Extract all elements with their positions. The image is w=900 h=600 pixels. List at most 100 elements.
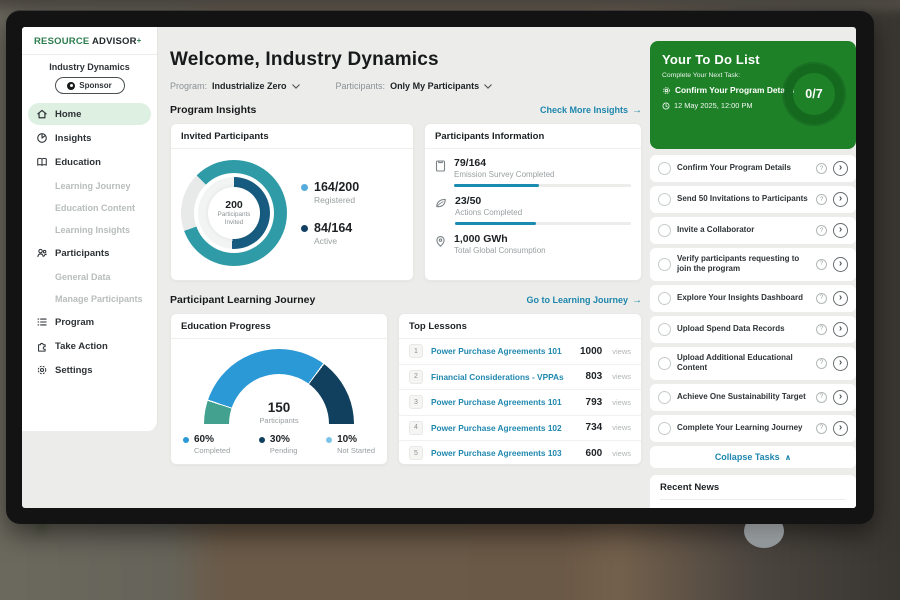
lesson-row: 2 Financial Considerations - VPPAs 803 v… (399, 365, 641, 391)
task-checkbox[interactable] (658, 422, 671, 435)
gear-icon (662, 86, 671, 95)
chevron-right-icon[interactable]: › (833, 161, 848, 176)
education-gauge-chart: 150 Participants (204, 349, 354, 425)
info-row-consumption: 1,000 GWh Total Global Consumption (425, 225, 641, 263)
insights-icon (36, 132, 48, 144)
help-icon[interactable]: ? (816, 358, 827, 369)
divider (660, 499, 846, 500)
chevron-right-icon[interactable]: › (833, 257, 848, 272)
sidebar-item-settings[interactable]: Settings (28, 359, 151, 381)
program-icon (36, 316, 48, 328)
main-content: Welcome, Industry Dynamics Program: Indu… (170, 49, 642, 465)
filter-bar: Program: Industrialize Zero Participants… (170, 81, 642, 91)
rank-badge: 5 (409, 446, 423, 460)
settings-icon (36, 364, 48, 376)
help-icon[interactable]: ? (816, 225, 827, 236)
help-icon[interactable]: ? (816, 293, 827, 304)
task-checkbox[interactable] (658, 323, 671, 336)
sidebar-item-manage-participants[interactable]: Manage Participants (28, 288, 151, 309)
info-row-survey: 79/164 Emission Survey Completed (425, 149, 641, 187)
lesson-row: 5 Power Purchase Agreements 103 600 view… (399, 441, 641, 466)
chevron-right-icon[interactable]: › (833, 223, 848, 238)
info-row-actions: 23/50 Actions Completed (425, 187, 641, 225)
chevron-right-icon[interactable]: › (833, 322, 848, 337)
chevron-up-icon: ∧ (785, 453, 792, 462)
home-icon (36, 108, 48, 120)
chevron-right-icon[interactable]: › (833, 421, 848, 436)
task-row: Send 50 Invitations to Participants ? › (650, 186, 856, 213)
task-checkbox[interactable] (658, 391, 671, 404)
help-icon[interactable]: ? (816, 423, 827, 434)
dashboard-screen: RESOURCE ADVISOR+ Industry Dynamics Spon… (22, 27, 856, 508)
arrow-right-icon: → (632, 295, 642, 306)
sidebar-item-education[interactable]: Education (28, 151, 151, 173)
legend-registered: 164/200 Registered (301, 180, 359, 205)
invited-donut-chart: 200 Participants Invited (181, 160, 287, 266)
task-checkbox[interactable] (658, 162, 671, 175)
task-row: Verify participants requesting to join t… (650, 248, 856, 281)
app-logo: RESOURCE ADVISOR+ (22, 36, 157, 47)
legend-dot (259, 437, 265, 443)
task-row: Confirm Your Program Details ? › (650, 155, 856, 182)
todo-progress-ring: 0/7 (784, 64, 844, 124)
task-row: Upload Spend Data Records ? › (650, 316, 856, 343)
rank-badge: 1 (409, 344, 423, 358)
sidebar-item-learning-journey[interactable]: Learning Journey (28, 175, 151, 196)
gauge-legend: 60% Completed 30% Pending 10% Not Starte… (171, 425, 387, 455)
sidebar-item-participants[interactable]: Participants (28, 242, 151, 264)
task-checkbox[interactable] (658, 357, 671, 370)
check-more-insights-link[interactable]: Check More Insights→ (540, 105, 642, 116)
help-icon[interactable]: ? (816, 163, 827, 174)
consumption-pin-icon (435, 235, 446, 248)
invited-legend: 164/200 Registered 84/164 Active (301, 180, 359, 246)
legend-dot (301, 184, 308, 191)
sponsor-badge[interactable]: Sponsor (55, 77, 125, 94)
task-checkbox[interactable] (658, 193, 671, 206)
help-icon[interactable]: ? (816, 259, 827, 270)
arrow-right-icon: → (632, 105, 642, 116)
task-checkbox[interactable] (658, 224, 671, 237)
chevron-right-icon[interactable]: › (833, 291, 848, 306)
sidebar-item-home[interactable]: Home (28, 103, 151, 125)
lesson-row: 4 Power Purchase Agreements 102 734 view… (399, 416, 641, 442)
lesson-link[interactable]: Power Purchase Agreements 103 (431, 448, 578, 458)
task-checkbox[interactable] (658, 292, 671, 305)
participants-filter[interactable]: Participants: Only My Participants (336, 81, 493, 91)
sidebar-item-education-content[interactable]: Education Content (28, 197, 151, 218)
rank-badge: 3 (409, 395, 423, 409)
help-icon[interactable]: ? (816, 324, 827, 335)
task-row: Upload Additional Educational Content ? … (650, 347, 856, 380)
go-to-learning-journey-link[interactable]: Go to Learning Journey→ (526, 295, 642, 306)
task-checkbox[interactable] (658, 258, 671, 271)
legend-active: 84/164 Active (301, 221, 359, 246)
actions-icon (435, 197, 447, 209)
education-progress-card: Education Progress 150 Participants 60% (170, 313, 388, 465)
lesson-link[interactable]: Power Purchase Agreements 101 (431, 397, 578, 407)
help-icon[interactable]: ? (816, 392, 827, 403)
task-row: Complete Your Learning Journey ? › (650, 415, 856, 442)
monitor-bezel: RESOURCE ADVISOR+ Industry Dynamics Spon… (6, 10, 874, 524)
program-filter[interactable]: Program: Industrialize Zero (170, 81, 300, 91)
task-row: Invite a Collaborator ? › (650, 217, 856, 244)
lesson-link[interactable]: Power Purchase Agreements 102 (431, 423, 578, 433)
divider (22, 54, 157, 55)
chevron-right-icon[interactable]: › (833, 192, 848, 207)
sidebar-item-insights[interactable]: Insights (28, 127, 151, 149)
collapse-tasks-link[interactable]: Collapse Tasks∧ (650, 446, 856, 468)
todo-hero-card: Your To Do List Complete Your Next Task:… (650, 41, 856, 149)
help-icon[interactable]: ? (816, 194, 827, 205)
sidebar-item-take-action[interactable]: Take Action (28, 335, 151, 357)
rank-badge: 2 (409, 370, 423, 384)
lesson-link[interactable]: Power Purchase Agreements 101 (431, 346, 572, 356)
chevron-right-icon[interactable]: › (833, 390, 848, 405)
sidebar-item-program[interactable]: Program (28, 311, 151, 333)
todo-task-list: Confirm Your Program Details ? › Send 50… (650, 155, 856, 442)
chevron-right-icon[interactable]: › (833, 356, 848, 371)
legend-dot (301, 225, 308, 232)
lesson-link[interactable]: Financial Considerations - VPPAs (431, 372, 578, 382)
sponsor-icon (67, 82, 75, 90)
chevron-down-icon (484, 84, 492, 89)
sidebar-item-learning-insights[interactable]: Learning Insights (28, 219, 151, 240)
survey-icon (435, 159, 446, 172)
sidebar-item-general-data[interactable]: General Data (28, 266, 151, 287)
